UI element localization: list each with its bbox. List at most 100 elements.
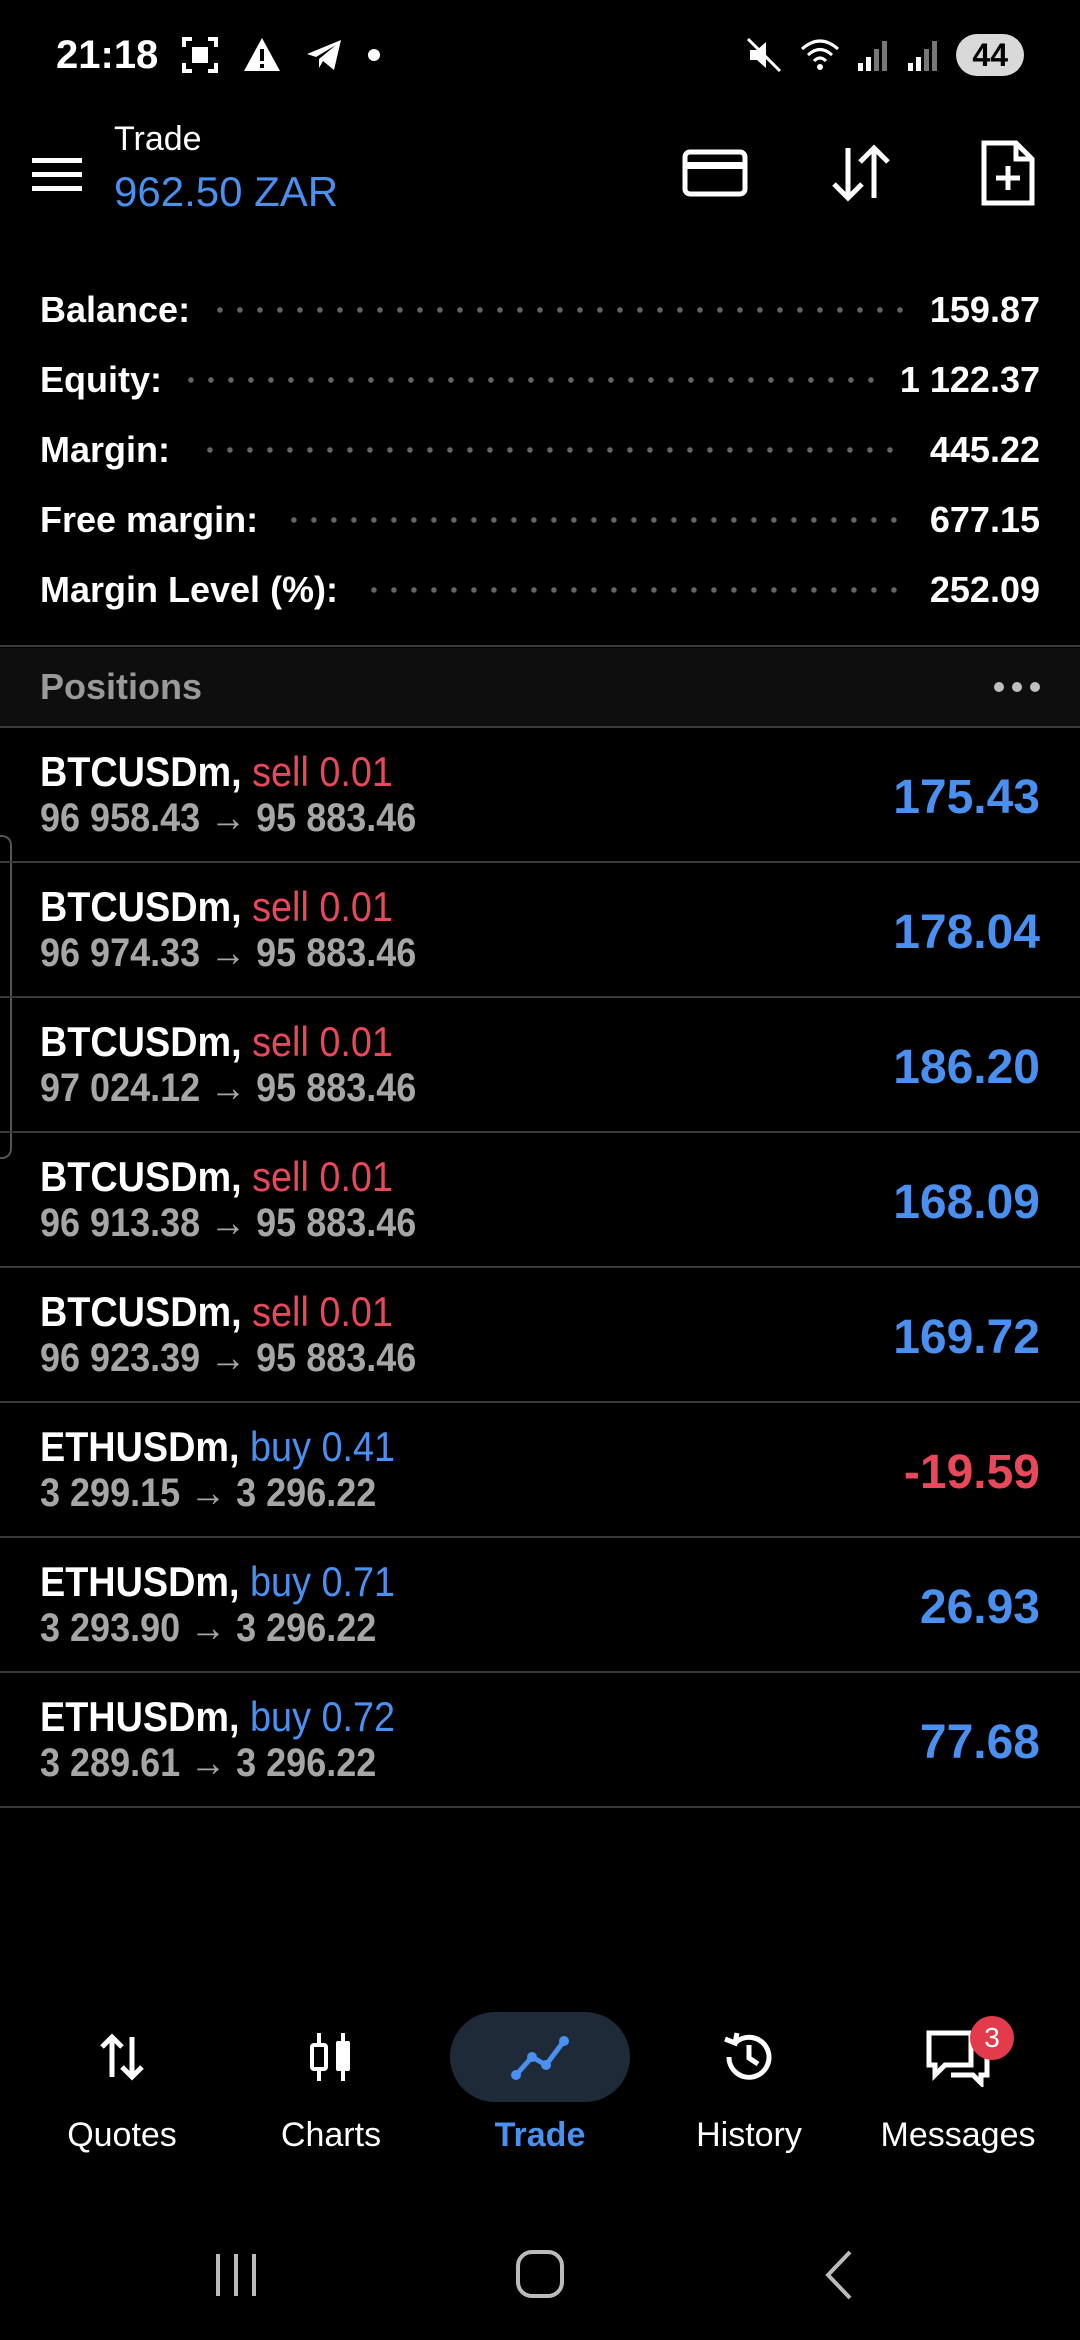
signal-icon-2 (908, 41, 938, 71)
recent-apps-icon[interactable] (196, 2240, 276, 2310)
nav-label: Messages (880, 2116, 1036, 2154)
mute-icon (747, 37, 782, 73)
position-profit: 168.09 (893, 1176, 1040, 1229)
unread-badge: 3 (970, 2016, 1014, 2060)
position-prices: 96 958.43 → 95 883.46 (40, 796, 417, 840)
summary-value: 445.22 (929, 429, 1040, 470)
nav-trade[interactable]: Trade (432, 2000, 648, 2180)
page-title: Trade (114, 120, 202, 158)
account-balance: 962.50 ZAR (114, 168, 339, 215)
warning-icon (244, 38, 281, 71)
position-profit: 26.93 (919, 1581, 1040, 1634)
nav-label: History (696, 2116, 802, 2154)
positions-list: BTCUSDm, sell 0.01 96 958.43 → 95 883.46… (0, 728, 1080, 1808)
position-side: sell 0.01 (252, 748, 393, 795)
summary-row-margin-level: Margin Level (%): 252.09 (0, 555, 1080, 625)
position-row[interactable]: ETHUSDm, buy 0.71 3 293.90 → 3 296.22 26… (0, 1538, 1080, 1673)
position-side: sell 0.01 (252, 883, 393, 930)
position-prices: 97 024.12 → 95 883.46 (40, 1066, 417, 1110)
position-row[interactable]: BTCUSDm, sell 0.01 96 974.33 → 95 883.46… (0, 863, 1080, 998)
position-prices: 96 923.39 → 95 883.46 (40, 1336, 417, 1380)
position-symbol: BTCUSDm, (40, 1018, 242, 1065)
nav-active-indicator (450, 2012, 630, 2102)
battery-indicator: 44 (956, 34, 1024, 76)
position-prices: 3 293.90 → 3 296.22 (40, 1606, 377, 1650)
sort-arrows-icon[interactable] (826, 138, 896, 208)
quotes-arrows-icon (100, 2033, 144, 2081)
summary-row-balance: Balance: 159.87 (0, 275, 1080, 345)
status-right: 44 (744, 34, 1024, 76)
position-symbol: ETHUSDm, (40, 1423, 240, 1470)
telegram-icon (307, 40, 342, 70)
app-header: Trade 962.50 ZAR (0, 120, 1080, 250)
summary-label: Margin Level (%): (40, 569, 339, 610)
more-options-icon[interactable] (994, 682, 1040, 692)
position-prices: 3 299.15 → 3 296.22 (40, 1471, 377, 1515)
summary-row-equity: Equity: 1 122.37 (0, 345, 1080, 415)
positions-header: Positions (0, 648, 1080, 726)
summary-label: Margin: (40, 429, 170, 470)
divider (0, 645, 1080, 647)
summary-row-free-margin: Free margin: 677.15 (0, 485, 1080, 555)
summary-label: Equity: (40, 359, 162, 400)
nav-messages[interactable]: 3 Messages (850, 2000, 1066, 2180)
dotted-leader (186, 377, 876, 383)
position-row[interactable]: ETHUSDm, buy 0.72 3 289.61 → 3 296.22 77… (0, 1673, 1080, 1808)
position-side: sell 0.01 (252, 1288, 393, 1335)
position-side: buy 0.72 (250, 1693, 396, 1740)
dotted-leader (194, 447, 906, 453)
position-symbol: ETHUSDm, (40, 1693, 240, 1740)
position-prices: 96 974.33 → 95 883.46 (40, 931, 417, 975)
dotted-leader (282, 517, 906, 523)
summary-value: 1 122.37 (899, 359, 1040, 400)
screenshot-icon (182, 37, 219, 73)
position-row[interactable]: BTCUSDm, sell 0.01 96 913.38 → 95 883.46… (0, 1133, 1080, 1268)
position-side: buy 0.41 (250, 1423, 396, 1470)
menu-icon[interactable] (30, 146, 86, 202)
dotted-leader (362, 587, 906, 593)
position-side: buy 0.71 (250, 1558, 396, 1605)
summary-label: Balance: (40, 289, 191, 330)
position-profit: 169.72 (893, 1311, 1040, 1364)
summary-value: 677.15 (929, 499, 1040, 540)
account-summary: Balance: 159.87 Equity: 1 122.37 Margin:… (0, 275, 1080, 625)
home-icon[interactable] (500, 2240, 580, 2310)
system-navigation-bar (0, 2220, 1080, 2330)
status-bar: 21:18 44 (0, 0, 1080, 110)
position-symbol: BTCUSDm, (40, 1288, 242, 1335)
position-profit: 77.68 (919, 1716, 1040, 1769)
position-row[interactable]: BTCUSDm, sell 0.01 97 024.12 → 95 883.46… (0, 998, 1080, 1133)
summary-row-margin: Margin: 445.22 (0, 415, 1080, 485)
notification-dot-icon (368, 49, 381, 61)
nav-label: Trade (494, 2116, 586, 2154)
position-profit: -19.59 (903, 1446, 1040, 1499)
nav-history[interactable]: History (641, 2000, 857, 2180)
position-prices: 3 289.61 → 3 296.22 (40, 1741, 377, 1785)
nav-charts[interactable]: Charts (223, 2000, 439, 2180)
candlestick-chart-icon (310, 2033, 350, 2081)
bottom-navigation: Quotes Charts Trade History 3 Messages (0, 2000, 1080, 2180)
position-side: sell 0.01 (252, 1018, 393, 1065)
positions-title: Positions (40, 666, 203, 707)
position-row[interactable]: BTCUSDm, sell 0.01 96 923.39 → 95 883.46… (0, 1268, 1080, 1403)
status-left: 21:18 (56, 33, 382, 78)
card-icon[interactable] (680, 138, 750, 208)
status-time: 21:18 (56, 32, 159, 77)
trade-line-chart-icon (511, 2036, 569, 2080)
dotted-leader (214, 307, 906, 313)
position-profit: 186.20 (893, 1041, 1040, 1094)
position-symbol: BTCUSDm, (40, 1153, 242, 1200)
position-side: sell 0.01 (252, 1153, 393, 1200)
position-symbol: ETHUSDm, (40, 1558, 240, 1605)
new-order-icon[interactable] (972, 138, 1042, 208)
nav-quotes[interactable]: Quotes (14, 2000, 230, 2180)
position-symbol: BTCUSDm, (40, 883, 242, 930)
nav-label: Charts (280, 2116, 382, 2154)
summary-value: 159.87 (929, 289, 1040, 330)
position-row[interactable]: ETHUSDm, buy 0.41 3 299.15 → 3 296.22 -1… (0, 1403, 1080, 1538)
back-icon[interactable] (800, 2240, 880, 2310)
position-row[interactable]: BTCUSDm, sell 0.01 96 958.43 → 95 883.46… (0, 728, 1080, 863)
wifi-icon (801, 39, 840, 70)
position-profit: 175.43 (893, 771, 1040, 824)
history-clock-icon (724, 2032, 772, 2080)
